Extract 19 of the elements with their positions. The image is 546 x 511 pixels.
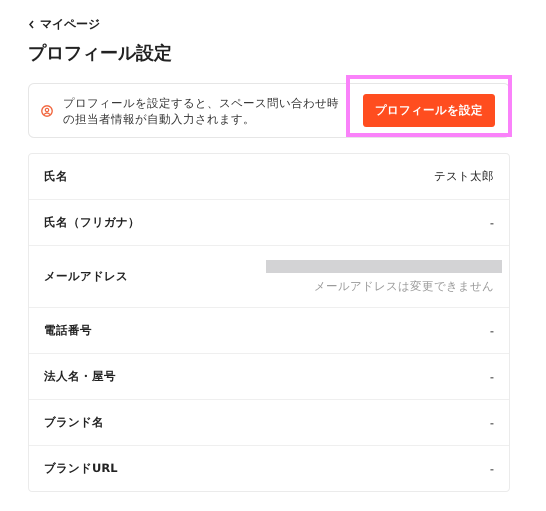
field-value: - <box>490 370 494 384</box>
field-label: 電話番号 <box>44 323 92 338</box>
notice-text: プロフィールを設定すると、スペース問い合わせ時の担当者情報が自動入力されます。 <box>63 94 339 126</box>
field-value: テスト太郎 <box>434 169 494 184</box>
field-label: ブランド名 <box>44 415 104 430</box>
field-value: - <box>490 216 494 230</box>
field-label: 氏名（フリガナ） <box>44 215 140 230</box>
field-label: ブランドURL <box>44 461 118 476</box>
user-circle-icon <box>41 104 53 116</box>
field-value: - <box>490 462 494 476</box>
page-title: プロフィール設定 <box>28 42 173 65</box>
field-label: メールアドレス <box>44 269 128 284</box>
chevron-left-icon <box>28 20 35 29</box>
field-value: - <box>490 324 494 338</box>
field-note: メールアドレスは変更できません <box>314 278 494 294</box>
field-label: 氏名 <box>44 169 68 184</box>
field-value: - <box>490 416 494 430</box>
field-label: 法人名・屋号 <box>44 369 116 384</box>
back-link[interactable]: マイページ <box>28 16 100 33</box>
